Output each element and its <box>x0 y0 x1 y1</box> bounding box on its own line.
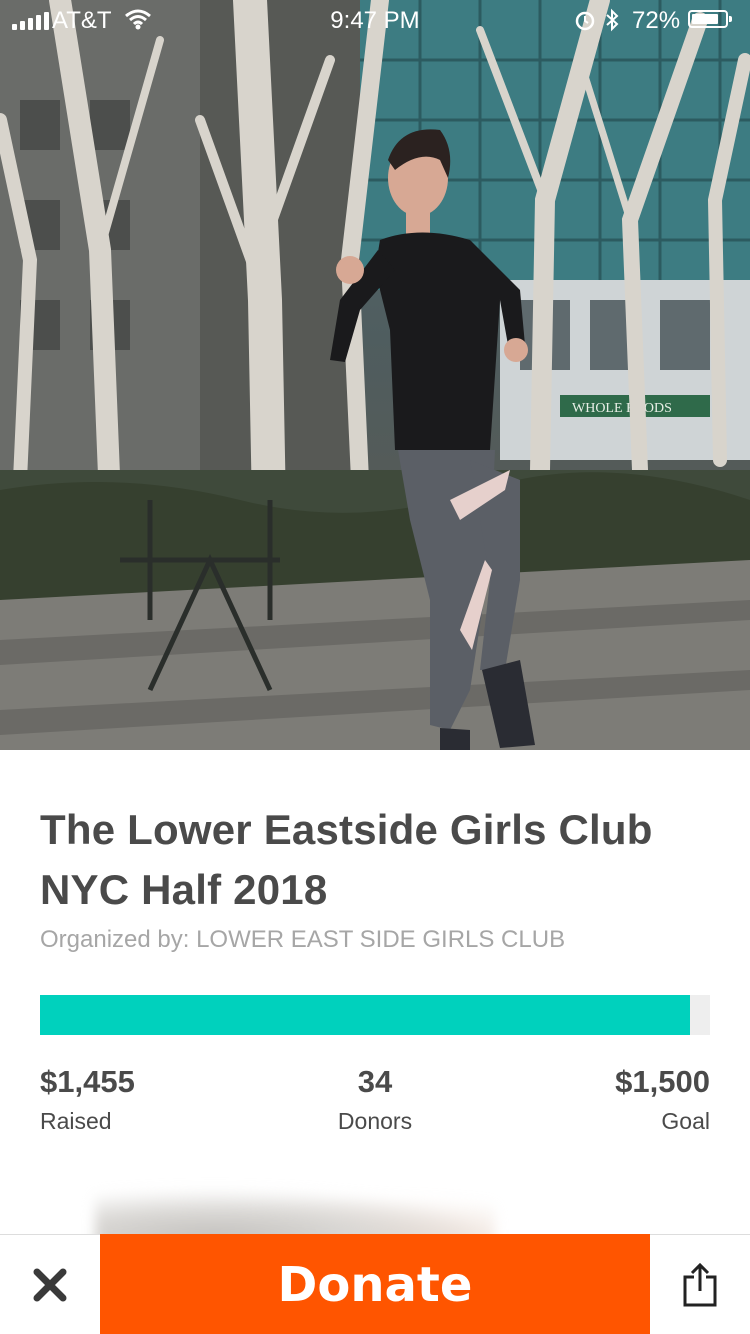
fundraising-stats: $1,455 Raised 34 Donors $1,500 Goal <box>40 1062 710 1142</box>
stat-goal: $1,500 Goal <box>615 1062 710 1138</box>
raised-amount: $1,455 <box>40 1064 135 1099</box>
alarm-icon <box>574 9 596 38</box>
progress-bar <box>40 995 710 1035</box>
stat-donors: 34 Donors <box>275 1062 475 1138</box>
close-icon <box>33 1268 67 1302</box>
organizer-text: Organized by: LOWER EAST SIDE GIRLS CLUB <box>40 926 566 953</box>
stat-raised: $1,455 Raised <box>40 1062 135 1138</box>
battery-percentage: 72% <box>632 7 681 34</box>
donors-label: Donors <box>337 1108 413 1134</box>
donors-count: 34 <box>357 1064 393 1099</box>
bottom-action-bar: Donate <box>0 1234 750 1334</box>
status-bar: AT&T 9:47 PM 72% <box>0 0 750 40</box>
close-button[interactable] <box>0 1235 100 1334</box>
campaign-screen: WHOLE FOODS AT&T 9:47 PM 72% The Lower E… <box>0 0 750 1334</box>
progress-bar-fill <box>40 995 690 1035</box>
bluetooth-icon <box>604 8 620 39</box>
donate-button[interactable]: Donate <box>100 1234 650 1334</box>
campaign-title-line2: NYC Half 2018 <box>40 866 328 913</box>
hero-photo: WHOLE FOODS <box>0 0 750 750</box>
campaign-title: The Lower Eastside Girls Club NYC Half 2… <box>40 800 710 920</box>
goal-label: Goal <box>661 1108 710 1134</box>
hero-illustration: WHOLE FOODS <box>0 0 750 750</box>
share-icon <box>683 1263 717 1307</box>
goal-amount: $1,500 <box>615 1064 710 1099</box>
battery-icon <box>688 10 732 28</box>
campaign-info: The Lower Eastside Girls Club NYC Half 2… <box>40 800 710 954</box>
storefront-sign: WHOLE FOODS <box>572 401 672 416</box>
campaign-title-line1: The Lower Eastside Girls Club <box>40 806 653 853</box>
raised-label: Raised <box>40 1108 112 1134</box>
share-button[interactable] <box>650 1235 750 1334</box>
